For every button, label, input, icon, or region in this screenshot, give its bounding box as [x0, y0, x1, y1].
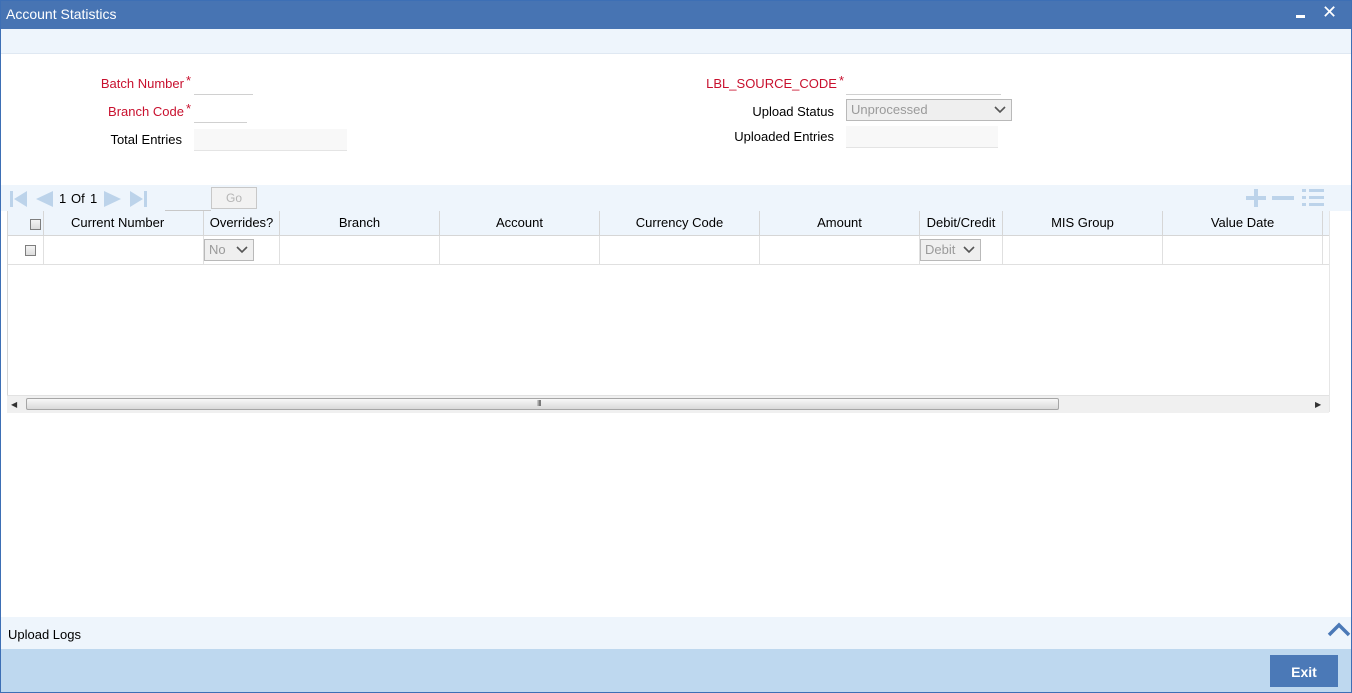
chevron-down-icon	[963, 246, 975, 254]
batch-number-input[interactable]	[194, 73, 253, 95]
row-checkbox[interactable]	[25, 245, 36, 256]
header-select-cell	[8, 211, 44, 235]
go-button[interactable]: Go	[211, 187, 257, 209]
minimize-icon[interactable]	[1294, 4, 1308, 24]
upload-logs-link[interactable]: Upload Logs	[8, 627, 81, 642]
cell-branch[interactable]	[280, 236, 440, 264]
upload-logs-bar: Upload Logs	[1, 617, 1351, 649]
column-header-branch[interactable]: Branch	[280, 211, 440, 235]
page-number-input[interactable]	[165, 188, 211, 211]
total-pages: 1	[90, 191, 98, 206]
column-header-overrides[interactable]: Overrides?	[204, 211, 280, 235]
cell-mis-group[interactable]	[1003, 236, 1163, 264]
close-icon[interactable]: ✕	[1322, 2, 1337, 22]
total-entries-field	[194, 129, 347, 151]
previous-page-icon[interactable]	[34, 189, 54, 209]
row-select-cell	[8, 236, 44, 264]
source-code-input[interactable]	[846, 73, 1001, 95]
chevron-down-icon	[994, 106, 1006, 114]
toolbar-strip	[1, 29, 1351, 54]
upload-status-value: Unprocessed	[851, 102, 928, 117]
column-header-account[interactable]: Account	[440, 211, 600, 235]
cell-account[interactable]	[440, 236, 600, 264]
required-mark: *	[185, 73, 191, 88]
table-row: No Debit	[8, 236, 1330, 265]
column-header-debit-credit[interactable]: Debit/Credit	[920, 211, 1003, 235]
window-title: Account Statistics	[6, 6, 117, 22]
column-header-currency-code[interactable]: Currency Code	[600, 211, 760, 235]
exit-button[interactable]: Exit	[1270, 655, 1338, 687]
branch-code-label-text: Branch Code	[108, 104, 184, 119]
cell-overrides: No	[204, 236, 280, 264]
scroll-right-icon[interactable]: ▶	[1315, 396, 1327, 413]
scroll-left-icon[interactable]: ◀	[11, 396, 23, 413]
uploaded-entries-label: Uploaded Entries	[734, 129, 834, 144]
scrollbar-grip: III	[537, 399, 542, 408]
cell-value-date[interactable]	[1163, 236, 1323, 264]
chevron-down-icon	[236, 246, 248, 254]
branch-code-input[interactable]	[194, 101, 247, 123]
debit-credit-value: Debit	[925, 242, 956, 257]
add-row-icon[interactable]	[1244, 187, 1268, 209]
total-entries-label: Total Entries	[110, 132, 182, 147]
column-header-amount[interactable]: Amount	[760, 211, 920, 235]
first-page-icon[interactable]	[9, 189, 29, 209]
column-header-current-number[interactable]: Current Number	[44, 211, 204, 235]
overrides-select[interactable]: No	[204, 239, 254, 261]
title-bar: Account Statistics ✕	[1, 1, 1351, 29]
cell-amount[interactable]	[760, 236, 920, 264]
source-code-label: LBL_SOURCE_CODE *	[661, 73, 844, 91]
scrollbar-thumb[interactable]: III	[26, 398, 1059, 410]
column-header-value-date[interactable]: Value Date	[1163, 211, 1323, 235]
single-view-icon[interactable]	[1301, 187, 1325, 209]
cell-current-number[interactable]	[44, 236, 204, 264]
upload-status-select[interactable]: Unprocessed	[846, 99, 1012, 121]
source-code-label-text: LBL_SOURCE_CODE	[706, 76, 837, 91]
footer-bar: Exit	[1, 649, 1351, 692]
current-page: 1	[59, 191, 67, 206]
select-all-checkbox[interactable]	[30, 219, 41, 230]
next-page-icon[interactable]	[103, 189, 123, 209]
entries-grid: Current Number Overrides? Branch Account…	[7, 211, 1331, 402]
grid-side-gutter	[1329, 211, 1351, 412]
delete-row-icon[interactable]	[1271, 187, 1295, 209]
debit-credit-select[interactable]: Debit	[920, 239, 981, 261]
horizontal-scrollbar[interactable]: ◀ III ▶	[7, 395, 1329, 413]
page-of-label: Of	[71, 191, 85, 206]
overrides-value: No	[209, 242, 226, 257]
uploaded-entries-field	[846, 126, 998, 148]
grid-pager: 1 Of 1 Go	[1, 185, 1351, 211]
required-mark: *	[185, 101, 191, 116]
upload-status-label: Upload Status	[752, 104, 834, 119]
grid-header: Current Number Overrides? Branch Account…	[8, 211, 1330, 236]
branch-code-label: Branch Code *	[61, 101, 191, 119]
last-page-icon[interactable]	[128, 189, 148, 209]
cell-currency-code[interactable]	[600, 236, 760, 264]
batch-number-label: Batch Number *	[61, 73, 191, 91]
account-statistics-window: Account Statistics ✕ Batch Number * Branc…	[0, 0, 1352, 693]
required-mark: *	[838, 73, 844, 88]
batch-number-label-text: Batch Number	[100, 76, 184, 91]
column-header-mis-group[interactable]: MIS Group	[1003, 211, 1163, 235]
cell-debit-credit: Debit	[920, 236, 1003, 264]
chevron-up-icon[interactable]	[1327, 619, 1351, 641]
